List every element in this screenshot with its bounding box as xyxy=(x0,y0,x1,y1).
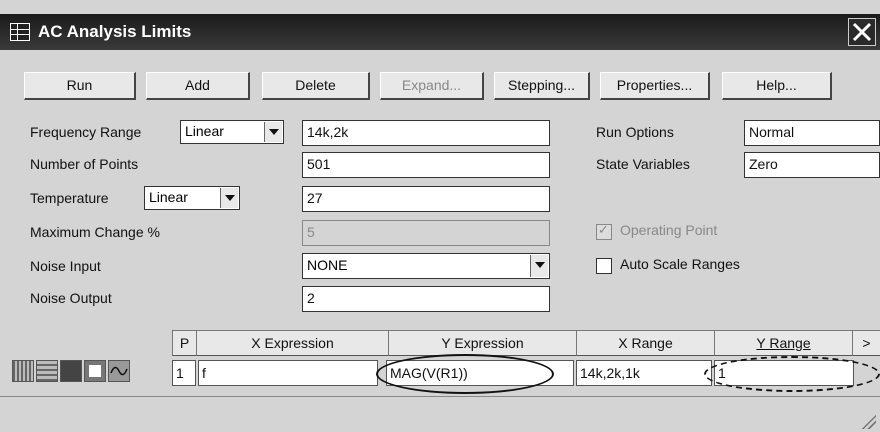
noise-input-select[interactable]: NONE xyxy=(302,253,550,279)
temperature-mode-value: Linear xyxy=(149,189,188,205)
number-of-points-field[interactable]: 501 xyxy=(302,152,550,178)
chevron-down-icon xyxy=(530,255,548,277)
frequency-range-label: Frequency Range xyxy=(30,124,142,140)
maximum-change-field[interactable]: 5 xyxy=(302,220,550,246)
highlight-ellipse-y-expression xyxy=(376,354,554,394)
column-header-p[interactable]: P xyxy=(172,330,196,356)
column-header-y-range-text: Y Range xyxy=(756,335,811,351)
row-1-p-cell[interactable]: 1 xyxy=(172,360,196,386)
temperature-label: Temperature xyxy=(30,190,109,206)
column-header-x-range[interactable]: X Range xyxy=(576,330,714,356)
operating-point-checkbox[interactable]: ✓ xyxy=(596,222,612,240)
checkmark-icon: ✓ xyxy=(598,222,609,237)
row-1-x-expression-cell[interactable]: f xyxy=(198,360,378,386)
waveform-icon xyxy=(110,366,128,376)
expression-grid: P X Expression Y Expression X Range Y Ra… xyxy=(172,330,880,356)
properties-button[interactable]: Properties... xyxy=(600,72,710,100)
view-table-icon[interactable] xyxy=(84,360,106,382)
help-button[interactable]: Help... xyxy=(722,72,832,100)
maximum-change-label: Maximum Change % xyxy=(30,224,160,240)
run-options-field[interactable]: Normal xyxy=(744,120,880,146)
frequency-range-field[interactable]: 14k,2k xyxy=(302,120,550,146)
view-solid-icon[interactable] xyxy=(60,360,82,382)
stepping-button[interactable]: Stepping... xyxy=(494,72,590,100)
close-icon xyxy=(852,22,872,42)
column-header-y-range[interactable]: Y Range xyxy=(714,330,852,356)
noise-input-value: NONE xyxy=(307,257,348,273)
chevron-down-icon xyxy=(220,188,238,208)
auto-scale-ranges-label: Auto Scale Ranges xyxy=(620,256,740,272)
state-variables-label: State Variables xyxy=(596,156,690,172)
add-button[interactable]: Add xyxy=(146,72,250,100)
run-options-label: Run Options xyxy=(596,124,674,140)
noise-input-label: Noise Input xyxy=(30,258,101,274)
ac-analysis-limits-window: AC Analysis Limits Run Add Delete Expand… xyxy=(0,0,880,432)
chevron-down-icon xyxy=(264,122,282,142)
expand-button[interactable]: Expand... xyxy=(380,72,484,100)
column-header-x-expression[interactable]: X Expression xyxy=(196,330,388,356)
title-bar: AC Analysis Limits xyxy=(0,14,880,50)
temperature-field[interactable]: 27 xyxy=(302,186,550,212)
table-icon xyxy=(10,23,30,41)
resize-grip-icon[interactable] xyxy=(858,411,876,429)
number-of-points-label: Number of Points xyxy=(30,156,139,172)
temperature-mode-select[interactable]: Linear xyxy=(144,186,240,210)
view-waveform-icon[interactable] xyxy=(108,360,130,382)
delete-button[interactable]: Delete xyxy=(262,72,370,100)
frequency-range-mode-value: Linear xyxy=(185,123,224,139)
operating-point-label: Operating Point xyxy=(620,222,718,238)
frequency-range-mode-select[interactable]: Linear xyxy=(180,120,284,144)
view-columns-icon[interactable] xyxy=(12,360,34,382)
column-scroll-right[interactable]: > xyxy=(852,330,880,356)
status-bar xyxy=(0,396,880,432)
close-button[interactable] xyxy=(848,18,876,46)
auto-scale-ranges-checkbox[interactable] xyxy=(596,258,612,274)
state-variables-field[interactable]: Zero xyxy=(744,152,880,178)
noise-output-label: Noise Output xyxy=(30,290,112,306)
view-rows-icon[interactable] xyxy=(36,360,58,382)
row-1-x-range-cell[interactable]: 14k,2k,1k xyxy=(576,360,712,386)
column-header-y-expression[interactable]: Y Expression xyxy=(388,330,576,356)
run-button[interactable]: Run xyxy=(24,72,136,100)
window-title: AC Analysis Limits xyxy=(38,22,192,41)
highlight-ellipse-y-range xyxy=(704,356,880,392)
noise-output-field[interactable]: 2 xyxy=(302,286,550,312)
